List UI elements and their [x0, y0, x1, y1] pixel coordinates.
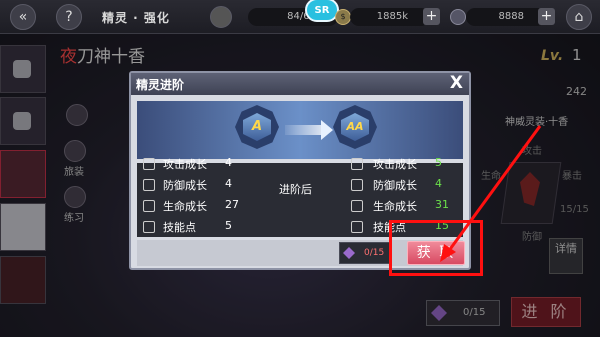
before-stat-value: 5: [225, 219, 232, 232]
after-stat-label: 防御成长: [373, 179, 417, 192]
after-stat-value: 4: [435, 177, 442, 190]
add-gold-button[interactable]: +: [423, 8, 440, 25]
arrow-bar: [285, 125, 323, 135]
after-stat-label: 生命成长: [373, 200, 417, 213]
gold-counter: 1885k: [350, 8, 430, 26]
highlight-box: [389, 220, 483, 276]
page-title: 精灵 · 强化: [102, 11, 170, 25]
after-advance-label: 进阶后: [279, 183, 312, 196]
crystal-counter: 8888: [466, 8, 546, 26]
crystal-material-icon: [343, 247, 355, 259]
heart-icon: [351, 200, 363, 212]
after-stat-label: 攻击成长: [373, 158, 417, 171]
before-stat-label: 生命成长: [163, 200, 207, 213]
material-count-box: 0/15: [339, 242, 391, 264]
top-bar: « ? 精灵 · 强化 84/67 SR $ 1885k + 8888 + ⌂: [0, 0, 600, 34]
before-stat-label: 防御成长: [163, 179, 207, 192]
shield-icon: [351, 179, 363, 191]
before-stat-value: 27: [225, 198, 239, 211]
rank-strip: A AA: [137, 101, 463, 159]
arrow-right-icon: [321, 120, 333, 140]
before-stat-value: 4: [225, 177, 232, 190]
help-icon[interactable]: ?: [56, 4, 82, 30]
dialog-title: 精灵进阶: [136, 78, 185, 92]
feather-icon: [351, 221, 363, 233]
before-stat-label: 技能点: [163, 221, 196, 234]
home-icon[interactable]: ⌂: [566, 4, 592, 30]
game-logo: SR: [305, 0, 339, 22]
game-screen: « ? 精灵 · 强化 84/67 SR $ 1885k + 8888 + ⌂ …: [0, 0, 600, 337]
heart-icon: [143, 200, 155, 212]
shield-icon: [143, 179, 155, 191]
crystal-icon: [450, 9, 466, 25]
dialog-header: 精灵进阶 X: [131, 73, 469, 95]
add-crystal-button[interactable]: +: [538, 8, 555, 25]
before-stat-label: 攻击成长: [163, 158, 207, 171]
feather-icon: [143, 221, 155, 233]
back-icon[interactable]: «: [10, 4, 36, 30]
gold-coin-icon: $: [335, 9, 351, 25]
after-stat-value: 31: [435, 198, 449, 211]
after-stat-value: 5: [435, 156, 442, 169]
before-stat-value: 4: [225, 156, 232, 169]
rice-ball-icon: [210, 6, 232, 28]
close-button[interactable]: X: [450, 73, 463, 93]
sword-icon: [351, 158, 363, 170]
sword-icon: [143, 158, 155, 170]
